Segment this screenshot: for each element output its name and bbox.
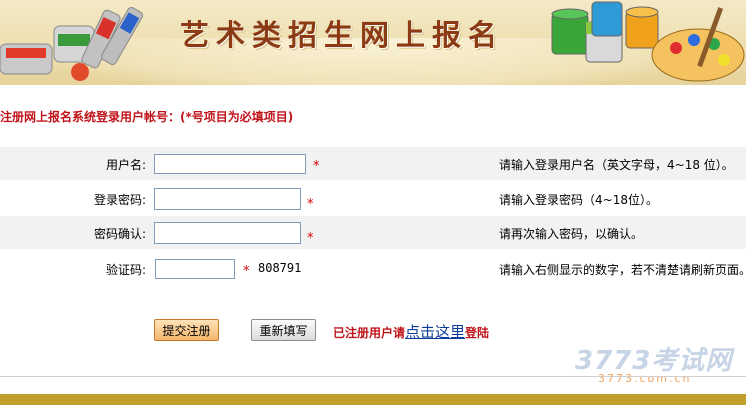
password-input[interactable] <box>154 188 301 210</box>
required-mark: * <box>307 231 314 246</box>
username-hint: 请输入登录用户名（英文字母，4~18 位）。 <box>499 158 734 172</box>
username-input[interactable] <box>154 154 306 174</box>
row-captcha: 验证码: * 808791 请输入右侧显示的数字，若不清楚请刷新页面。 <box>0 252 746 285</box>
captcha-hint: 请输入右侧显示的数字，若不清楚请刷新页面。 <box>499 263 746 277</box>
watermark-domain: 3773.com.cn <box>598 372 692 385</box>
required-mark: * <box>313 159 320 174</box>
captcha-input[interactable] <box>155 259 235 279</box>
reset-button[interactable]: 重新填写 <box>251 319 316 341</box>
header-banner: 艺术类招生网上报名 <box>0 0 746 85</box>
paint-buckets-palette-illustration <box>551 1 745 82</box>
required-mark: * <box>243 264 250 279</box>
divider <box>0 376 746 377</box>
password-confirm-hint: 请再次输入密码，以确认。 <box>499 227 644 241</box>
captcha-label: 验证码: <box>105 263 146 277</box>
login-suffix: 登陆 <box>465 326 490 340</box>
password-label: 登录密码: <box>93 193 146 207</box>
login-link[interactable]: 点击这里 <box>405 323 465 341</box>
captcha-code: 808791 <box>258 261 302 275</box>
paint-tubes-illustration <box>0 6 143 81</box>
form-heading: 注册网上报名系统登录用户帐号：(*号项目为必填项目) <box>0 110 294 124</box>
row-password-confirm: 密码确认: * 请再次输入密码，以确认。 <box>0 216 746 249</box>
login-prefix: 已注册用户请 <box>333 326 406 340</box>
password-confirm-label: 密码确认: <box>93 227 146 241</box>
footer-bar <box>0 394 746 405</box>
password-confirm-input[interactable] <box>154 222 301 244</box>
required-mark: * <box>307 197 314 212</box>
row-password: 登录密码: * 请输入登录密码（4~18位）。 <box>0 182 746 215</box>
banner-title: 艺术类招生网上报名 <box>180 18 505 52</box>
submit-button[interactable]: 提交注册 <box>154 319 219 341</box>
username-label: 用户名: <box>105 158 146 172</box>
row-username: 用户名: * 请输入登录用户名（英文字母，4~18 位）。 <box>0 147 746 180</box>
login-prompt: 已注册用户请点击这里登陆 <box>333 321 489 342</box>
password-hint: 请输入登录密码（4~18位）。 <box>499 193 658 207</box>
